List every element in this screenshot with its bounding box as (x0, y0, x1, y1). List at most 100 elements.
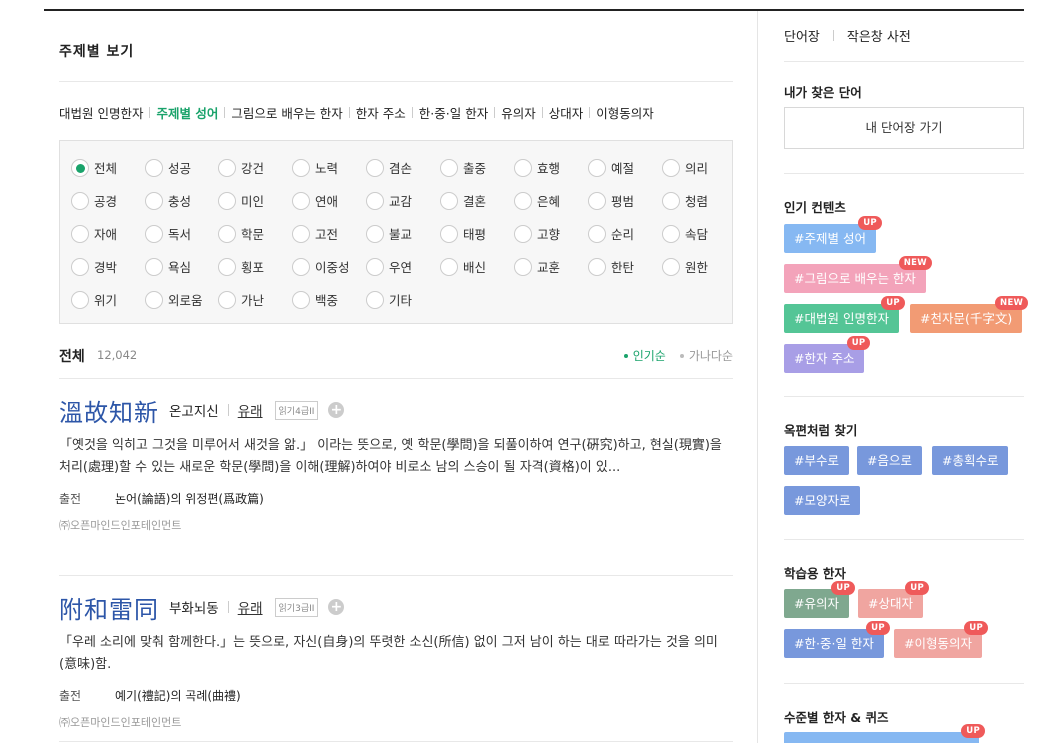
mini-dictionary-link[interactable]: 작은창 사전 (847, 26, 911, 45)
tag-label: #대법원 인명한자 (794, 311, 889, 326)
topic-radio[interactable]: 가난 (218, 290, 264, 309)
topic-label: 교훈 (537, 260, 561, 275)
topic-label: 한탄 (611, 260, 635, 275)
tag-court-names[interactable]: #대법원 인명한자 UP (784, 296, 905, 333)
topic-radio[interactable]: 전체 (71, 158, 117, 177)
topic-radio[interactable]: 충성 (145, 191, 191, 210)
tag-topic-idioms[interactable]: #주제별 성어 UP (784, 216, 882, 253)
topic-radio[interactable]: 기타 (366, 290, 412, 309)
topic-radio[interactable]: 미인 (218, 191, 264, 210)
radio-circle-icon (366, 158, 384, 177)
separator (411, 107, 413, 118)
topic-radio[interactable]: 원한 (662, 257, 708, 276)
tag-label: #유의자 (794, 596, 839, 611)
sort-alpha-button[interactable]: 가나다순 (679, 347, 733, 364)
topic-radio[interactable]: 욕심 (145, 257, 191, 276)
radio-circle-icon (662, 224, 680, 243)
tag-label: #이형동의자 (904, 636, 972, 651)
topic-label: 효행 (537, 161, 561, 176)
topic-label: 겸손 (389, 161, 413, 176)
entry-headline: 溫故知新 온고지신 유래 읽기4급II + (59, 393, 733, 427)
subnav-item-hanja-address[interactable]: 한자 주소 (356, 103, 406, 122)
subnav-item-kcj-hanja[interactable]: 한·중·일 한자 (419, 103, 488, 122)
my-wordbook-button[interactable]: 내 단어장 가기 (784, 107, 1024, 149)
subnav-item-court-names[interactable]: 대법원 인명한자 (59, 103, 143, 122)
radio-circle-icon (218, 224, 236, 243)
tag-label: #음으로 (867, 453, 912, 468)
wordbook-link[interactable]: 단어장 (784, 26, 820, 45)
topic-radio[interactable]: 청렴 (662, 191, 708, 210)
topic-radio[interactable]: 노력 (292, 158, 338, 177)
topic-radio[interactable]: 불교 (366, 224, 412, 243)
topic-radio[interactable]: 자애 (71, 224, 117, 243)
subnav-item-variant-synonyms[interactable]: 이형동의자 (596, 103, 654, 122)
sort-popular-button[interactable]: 인기순 (623, 347, 666, 364)
topic-radio[interactable]: 교감 (366, 191, 412, 210)
topic-radio[interactable]: 우연 (366, 257, 412, 276)
tag-synonyms[interactable]: #유의자 UP (784, 581, 855, 618)
topic-radio[interactable]: 성공 (145, 158, 191, 177)
topic-radio[interactable]: 교훈 (514, 257, 560, 276)
tag-variant-synonyms[interactable]: #이형동의자 UP (894, 621, 988, 658)
radio-circle-icon (440, 257, 458, 276)
topic-radio[interactable]: 독서 (145, 224, 191, 243)
tag-picture-hanja[interactable]: #그림으로 배우는 한자 NEW (784, 256, 932, 293)
topic-radio[interactable]: 횡포 (218, 257, 264, 276)
topic-radio[interactable]: 결혼 (440, 191, 486, 210)
topic-radio[interactable]: 속담 (662, 224, 708, 243)
tag-kcj-hanja[interactable]: #한·중·일 한자 UP (784, 621, 890, 658)
topic-radio[interactable]: 고전 (292, 224, 338, 243)
topic-radio[interactable]: 태평 (440, 224, 486, 243)
tag-label: #한·중·일 한자 (794, 636, 874, 651)
tag-hanja-address[interactable]: #한자 주소 UP (784, 336, 871, 373)
entry-origin-link[interactable]: 유래 (238, 597, 263, 617)
topic-radio[interactable]: 학문 (218, 224, 264, 243)
subnav-item-synonyms[interactable]: 유의자 (501, 103, 536, 122)
topic-radio[interactable]: 순리 (588, 224, 634, 243)
tag-antonyms[interactable]: #상대자 UP (858, 581, 929, 618)
tag-level-quiz[interactable]: UP (784, 724, 985, 743)
entry-origin-link[interactable]: 유래 (238, 400, 263, 420)
topic-radio[interactable]: 은혜 (514, 191, 560, 210)
radio-circle-icon (145, 224, 163, 243)
topic-radio[interactable]: 위기 (71, 290, 117, 309)
topic-radio[interactable]: 평범 (588, 191, 634, 210)
topic-radio[interactable]: 한탄 (588, 257, 634, 276)
tag-thousand-character-classic[interactable]: #천자문(千字文) NEW (910, 296, 1029, 333)
separator (494, 107, 496, 118)
add-to-wordbook-icon[interactable]: + (328, 402, 345, 418)
add-to-wordbook-icon[interactable]: + (328, 599, 345, 615)
subnav-item-antonyms[interactable]: 상대자 (549, 103, 584, 122)
tag-by-shape[interactable]: #모양자로 (784, 486, 861, 515)
entry-hanja[interactable]: 溫故知新 (59, 393, 159, 428)
entry-hanja[interactable]: 附和雷同 (59, 590, 159, 625)
topic-radio[interactable]: 출중 (440, 158, 486, 177)
radio-circle-icon (514, 158, 532, 177)
topic-radio[interactable]: 이중성 (292, 257, 350, 276)
topic-radio[interactable]: 외로움 (145, 290, 203, 309)
entry-source: 논어(論語)의 위정편(爲政篇) (115, 492, 264, 506)
topic-radio[interactable]: 겸손 (366, 158, 412, 177)
topic-label: 예절 (611, 161, 635, 176)
topic-radio[interactable]: 고향 (514, 224, 560, 243)
topic-radio[interactable]: 경박 (71, 257, 117, 276)
topic-radio[interactable]: 백중 (292, 290, 338, 309)
topic-radio[interactable]: 공경 (71, 191, 117, 210)
topic-radio[interactable]: 연애 (292, 191, 338, 210)
topic-label: 자애 (94, 227, 118, 242)
tag-by-radical[interactable]: #부수로 (784, 446, 849, 475)
tag-by-sound[interactable]: #음으로 (857, 446, 922, 475)
topic-label: 고전 (315, 227, 339, 242)
radio-circle-icon (145, 290, 163, 309)
topic-radio[interactable]: 강건 (218, 158, 264, 177)
topic-radio[interactable]: 의리 (662, 158, 708, 177)
topic-radio[interactable]: 효행 (514, 158, 560, 177)
topic-radio[interactable]: 배신 (440, 257, 486, 276)
radio-circle-icon (366, 290, 384, 309)
tag-by-stroke-count[interactable]: #총획수로 (932, 446, 1009, 475)
subnav-item-picture-hanja[interactable]: 그림으로 배우는 한자 (231, 103, 342, 122)
topic-radio[interactable]: 예절 (588, 158, 634, 177)
subnav-item-topic-idioms[interactable]: 주제별 성어 (156, 103, 218, 122)
radical-search-title: 옥편처럼 찾기 (784, 423, 858, 438)
tag-label: #부수로 (794, 453, 839, 468)
